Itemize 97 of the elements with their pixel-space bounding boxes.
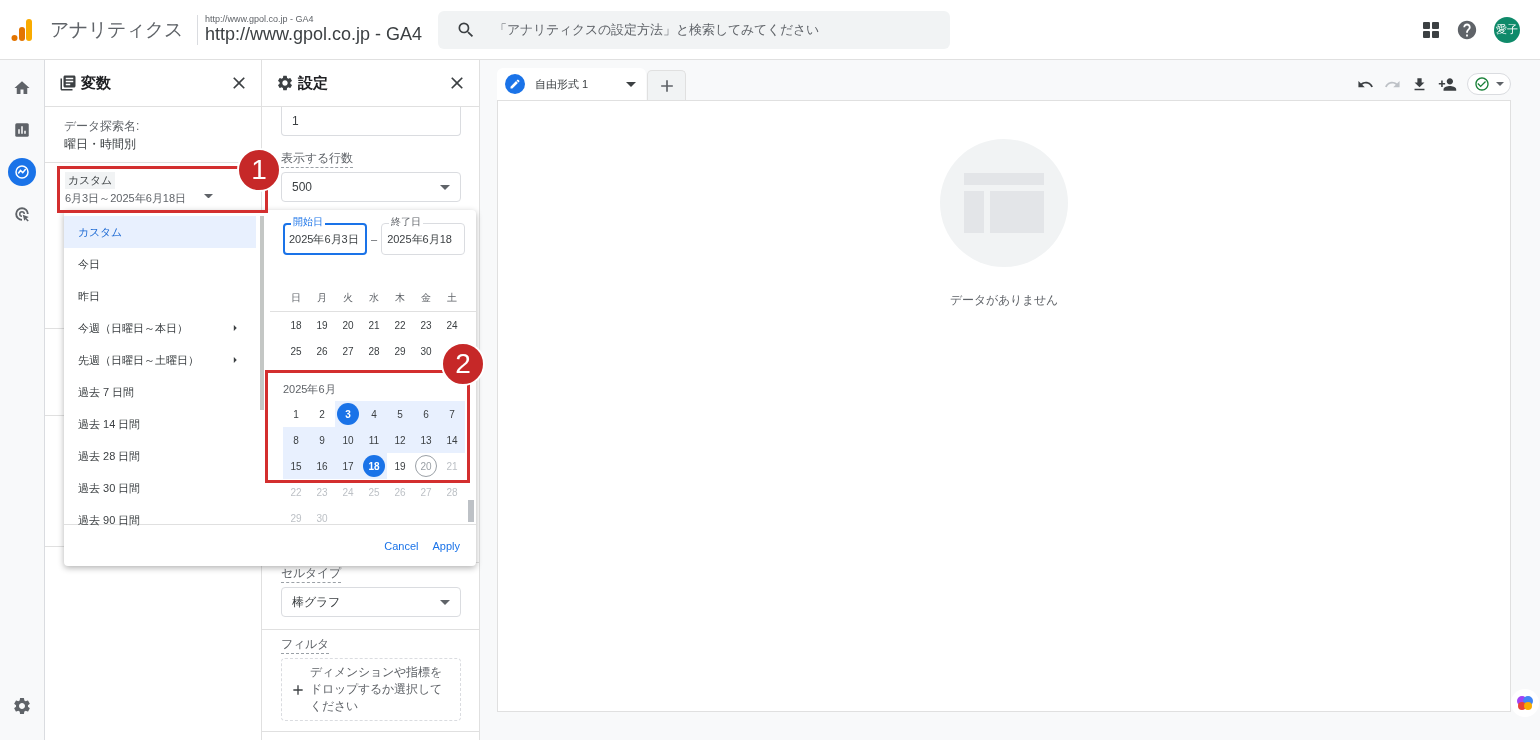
help-icon[interactable] xyxy=(1456,18,1478,41)
bar-chart-icon xyxy=(13,121,31,139)
calendar-day[interactable]: 8 xyxy=(285,429,307,451)
date-preset-item[interactable]: 過去 30 日間 xyxy=(64,472,256,504)
home-icon xyxy=(13,79,31,97)
date-preset-item[interactable]: 過去 14 日間 xyxy=(64,408,256,440)
calendar-day[interactable]: 19 xyxy=(311,314,333,336)
number-field[interactable]: 1 xyxy=(281,107,461,136)
weekday-label: 月 xyxy=(316,291,328,305)
caret-icon xyxy=(626,81,636,87)
weekday-label: 土 xyxy=(446,291,458,305)
calendar-day[interactable]: 14 xyxy=(441,429,463,451)
month-title: 2025年6月 xyxy=(283,381,336,397)
calendar-day[interactable]: 29 xyxy=(389,340,411,362)
empty-message: データがありません xyxy=(950,292,1058,309)
weekday-label: 水 xyxy=(368,291,380,305)
calendar-day[interactable]: 12 xyxy=(389,429,411,451)
date-preset-item[interactable]: カスタム xyxy=(64,216,256,248)
nav-button[interactable] xyxy=(8,158,36,186)
calendar-day[interactable]: 7 xyxy=(441,403,463,425)
calendar-day[interactable]: 18 xyxy=(363,455,385,477)
scrollbar-thumb[interactable] xyxy=(260,216,264,410)
date-preset-item[interactable]: 昨日 xyxy=(64,280,256,312)
range-type-chip: カスタム xyxy=(65,172,115,189)
calendar-day[interactable]: 28 xyxy=(363,340,385,362)
date-preset-item[interactable]: 今日 xyxy=(64,248,256,280)
date-preset-item[interactable]: 過去 7 日間 xyxy=(64,376,256,408)
calendar-day[interactable]: 17 xyxy=(337,455,359,477)
trend-chart-icon xyxy=(13,163,31,181)
search-field[interactable]: 「アナリティクスの設定方法」と検索してみてください xyxy=(438,10,951,49)
field-label: 表示する行数 xyxy=(281,150,353,168)
calendar-day[interactable]: 24 xyxy=(441,314,463,336)
calendar-day[interactable]: 27 xyxy=(337,340,359,362)
caret-icon xyxy=(440,599,450,605)
target-cursor-icon xyxy=(13,205,31,223)
field-label: データ探索名: xyxy=(64,118,140,135)
product-name: アナリティクス xyxy=(50,17,183,42)
date-preset-item[interactable]: 先週（日曜日～土曜日） xyxy=(64,344,256,376)
calendar-day[interactable]: 2 xyxy=(311,403,333,425)
rows-select[interactable]: 500 xyxy=(281,172,461,202)
calendar-day[interactable]: 13 xyxy=(415,429,437,451)
calendar-day[interactable]: 10 xyxy=(337,429,359,451)
calendar-day[interactable]: 15 xyxy=(285,455,307,477)
panel-title: 設定 xyxy=(298,73,328,93)
date-preset-item[interactable]: 今週（日曜日～本日） xyxy=(64,312,256,344)
exploration-name[interactable]: 曜日・時間別 xyxy=(64,136,136,153)
calendar-day[interactable]: 26 xyxy=(311,340,333,362)
calendar-day[interactable]: 30 xyxy=(415,340,437,362)
calendar-day[interactable]: 9 xyxy=(311,429,333,451)
empty-table-icon xyxy=(940,139,1068,267)
caret-icon xyxy=(204,193,214,198)
field-label: フィルタ xyxy=(281,636,329,654)
settings-icon[interactable] xyxy=(12,696,32,716)
calendar-day[interactable]: 11 xyxy=(363,429,385,451)
date-range-text: 6月3日～2025年6月18日 xyxy=(65,191,187,206)
calendar-day[interactable]: 18 xyxy=(285,314,307,336)
apps-grid-icon[interactable] xyxy=(1422,20,1440,39)
analytics-logo xyxy=(11,17,33,42)
caret-icon xyxy=(440,184,450,190)
calendar-day[interactable]: 6 xyxy=(415,403,437,425)
calendar-day[interactable]: 23 xyxy=(415,314,437,336)
calendar-day[interactable]: 5 xyxy=(389,403,411,425)
range-separator: – xyxy=(371,233,378,245)
account-name: http://www.gpol.co.jp - GA4 xyxy=(205,14,315,24)
calendar-day[interactable]: 4 xyxy=(363,403,385,425)
user-avatar[interactable]: 愛子 xyxy=(1494,16,1520,43)
field-label: 開始日 xyxy=(291,216,325,228)
apply-button[interactable]: Apply xyxy=(428,535,464,556)
date-preset-item[interactable]: 過去 28 日間 xyxy=(64,440,256,472)
weekday-label: 日 xyxy=(290,291,302,305)
assistant-icon[interactable] xyxy=(1511,689,1539,717)
gear-icon xyxy=(276,74,294,92)
calendar-day[interactable]: 21 xyxy=(363,314,385,336)
calendar-day[interactable]: 1 xyxy=(285,403,307,425)
calendar-day[interactable]: 16 xyxy=(311,455,333,477)
weekday-label: 金 xyxy=(420,291,432,305)
cell-type-select[interactable]: 棒グラフ xyxy=(281,587,461,617)
scrollbar-thumb[interactable] xyxy=(468,500,474,522)
date-preset-item[interactable]: 過去 90 日間 xyxy=(64,504,256,536)
calendar-day[interactable]: 20 xyxy=(337,314,359,336)
weekday-label: 木 xyxy=(394,291,406,305)
filter-drop-zone[interactable]: ディメンションや指標をドロップするか選択してください xyxy=(281,658,461,721)
search-input[interactable]: 「アナリティクスの設定方法」と検索してみてください xyxy=(492,21,937,38)
property-name[interactable]: http://www.gpol.co.jp - GA4 xyxy=(205,24,423,45)
status-dropdown[interactable] xyxy=(1467,73,1511,95)
cancel-button[interactable]: Cancel xyxy=(380,535,423,556)
calendar-day[interactable]: 3 xyxy=(337,403,359,425)
caret-icon xyxy=(1496,82,1504,86)
calendar-day[interactable]: 19 xyxy=(389,455,411,477)
calendar-day[interactable]: 22 xyxy=(389,314,411,336)
calendar-day[interactable]: 25 xyxy=(285,340,307,362)
weekday-label: 火 xyxy=(342,291,354,305)
library-icon xyxy=(59,74,77,92)
field-label: 終了日 xyxy=(389,216,424,228)
panel-title: 変数 xyxy=(81,73,111,93)
add-tab-button[interactable] xyxy=(647,70,686,100)
exploration-tab[interactable]: 自由形式 1 xyxy=(497,68,646,100)
